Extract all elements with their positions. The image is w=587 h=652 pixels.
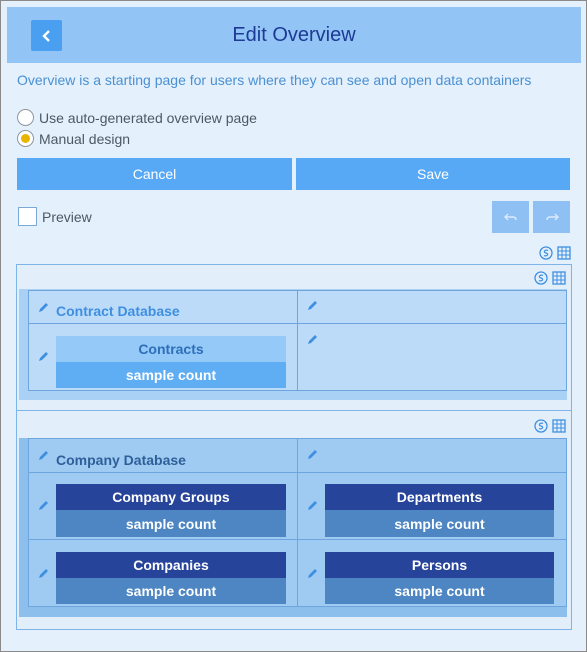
container-card-name[interactable]: Company Groups (56, 484, 286, 510)
chevron-left-icon (41, 29, 50, 42)
option-label: Use auto-generated overview page (39, 109, 257, 126)
pencil-icon[interactable] (306, 299, 319, 312)
style-icon[interactable] (534, 271, 548, 285)
pencil-icon[interactable] (306, 333, 319, 346)
container-card-count[interactable]: sample count (56, 362, 286, 388)
redo-button[interactable] (533, 201, 570, 233)
section-divider (16, 410, 572, 411)
pencil-icon[interactable] (37, 301, 50, 314)
edit-overview-screen: Edit Overview Overview is a starting pag… (0, 0, 587, 652)
container-card-count[interactable]: sample count (56, 578, 286, 604)
page-title: Edit Overview (232, 23, 356, 46)
undo-icon (503, 213, 517, 221)
preview-toggle[interactable]: Preview (18, 207, 92, 226)
style-icon[interactable] (539, 246, 553, 260)
option-label: Manual design (39, 130, 131, 147)
save-button[interactable]: Save (296, 158, 570, 190)
pencil-icon[interactable] (306, 567, 319, 580)
table-icon[interactable] (552, 271, 566, 285)
preview-label: Preview (42, 208, 92, 225)
pencil-icon[interactable] (37, 567, 50, 580)
container-card-name[interactable]: Companies (56, 552, 286, 578)
container-card-name[interactable]: Departments (325, 484, 554, 510)
container-card-count[interactable]: sample count (56, 510, 286, 537)
undo-button[interactable] (492, 201, 529, 233)
style-icon[interactable] (534, 419, 548, 433)
cancel-button[interactable]: Cancel (17, 158, 292, 190)
back-button[interactable] (31, 20, 62, 51)
cell-empty[interactable] (297, 438, 567, 473)
radio-selected-dot (21, 134, 30, 143)
container-card-count[interactable]: sample count (325, 578, 554, 604)
table-icon[interactable] (557, 246, 571, 260)
pencil-icon[interactable] (306, 448, 319, 461)
pencil-icon[interactable] (37, 350, 50, 363)
redo-icon (545, 213, 559, 221)
section-title: Company Database (56, 452, 186, 468)
preview-checkbox[interactable] (18, 207, 37, 226)
radio-manual-design[interactable] (17, 130, 34, 147)
option-auto-generated[interactable]: Use auto-generated overview page (17, 109, 257, 126)
page-description: Overview is a starting page for users wh… (17, 72, 532, 88)
container-card-name[interactable]: Contracts (56, 336, 286, 362)
table-icon[interactable] (552, 419, 566, 433)
option-manual-design[interactable]: Manual design (17, 130, 130, 147)
radio-auto-generated[interactable] (17, 109, 34, 126)
container-card-count[interactable]: sample count (325, 510, 554, 537)
container-card-name[interactable]: Persons (325, 552, 554, 578)
header-bar: Edit Overview (7, 7, 581, 63)
pencil-icon[interactable] (306, 499, 319, 512)
section-title: Contract Database (56, 303, 180, 319)
cell-empty[interactable] (297, 290, 567, 324)
cell-empty[interactable] (297, 323, 567, 391)
pencil-icon[interactable] (37, 499, 50, 512)
pencil-icon[interactable] (37, 449, 50, 462)
